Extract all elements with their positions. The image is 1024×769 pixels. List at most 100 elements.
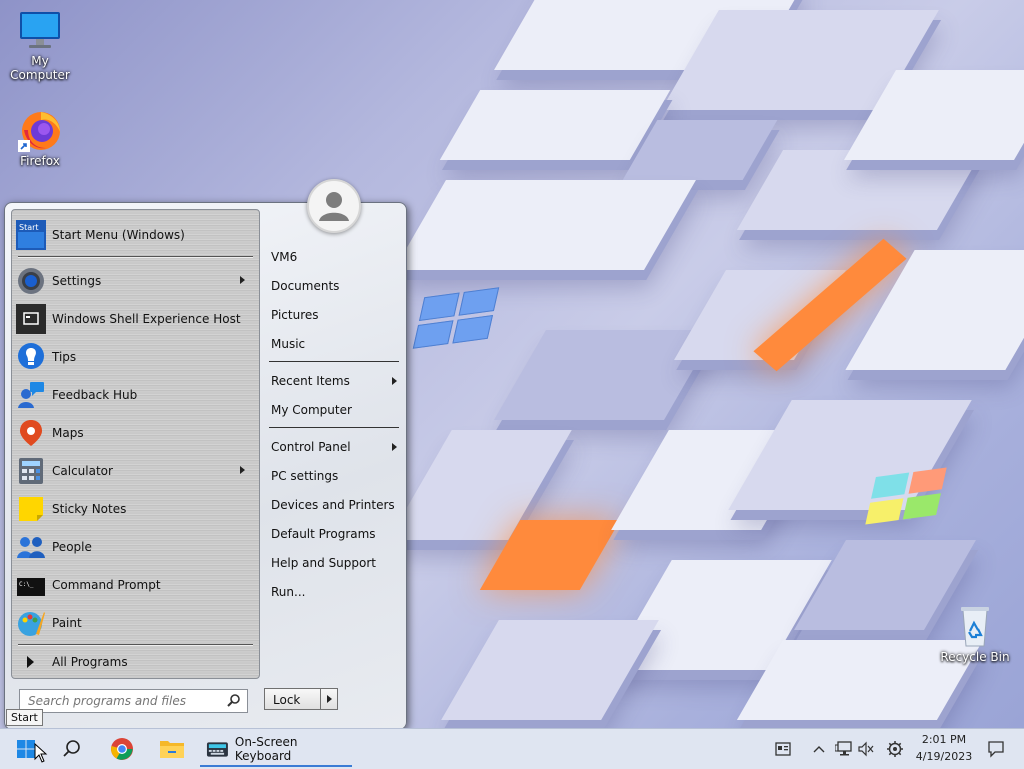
notification-center-button[interactable] [984,733,1008,765]
desktop-icon-label: Firefox [20,154,60,168]
all-programs-item[interactable]: All Programs [16,648,255,676]
clock-date: 4/19/2023 [915,750,973,763]
pinned-item-settings[interactable]: Settings [16,264,255,298]
pinned-item-feedback-hub[interactable]: Feedback Hub [16,378,255,412]
pinned-item-calculator[interactable]: Calculator [16,454,255,488]
desktop-icon-recycle-bin[interactable]: Recycle Bin [935,604,1015,664]
tray-network-button[interactable] [834,733,854,765]
sticky-note-icon [16,494,46,524]
search-icon[interactable] [227,693,241,707]
pinned-item-tips[interactable]: Tips [16,340,255,374]
tray-news-button[interactable] [772,733,794,765]
taskbar-app-on-screen-keyboard[interactable]: On-Screen Keyboard [200,731,352,767]
pinned-item-label: Start Menu (Windows) [52,228,185,242]
chevron-up-icon [813,746,825,753]
firefox-icon [18,108,62,152]
pinned-item-command-prompt[interactable]: C:\_ Command Prompt [16,568,255,602]
windows-logo-decoration [865,467,947,525]
play-arrow-icon [16,648,46,676]
start-button[interactable] [8,733,48,765]
wallpaper-block [441,620,659,720]
submenu-arrow-icon [392,377,397,385]
places-item-pictures[interactable]: Pictures [271,303,399,327]
pinned-item-label: Calculator [52,464,113,478]
start-menu: Start Start Menu (Windows) Settings Wind… [4,179,407,730]
submenu-arrow-icon [392,443,397,451]
pinned-item-label: Settings [52,274,102,288]
people-icon [16,532,46,562]
taskbar-app-label: On-Screen Keyboard [234,735,298,763]
pinned-item-label: Paint [52,616,82,630]
map-pin-icon [16,418,46,448]
clock-time: 2:01 PM [921,733,967,746]
lock-button[interactable]: Lock [264,688,320,710]
chrome-button[interactable] [106,733,138,765]
active-app-indicator [200,765,352,767]
places-item-my-computer[interactable]: My Computer [271,398,399,422]
shell-host-icon [16,304,46,334]
file-explorer-button[interactable] [156,733,188,765]
folder-icon [160,741,184,758]
tray-volume-button[interactable] [856,733,876,765]
pinned-item-maps[interactable]: Maps [16,416,255,450]
feedback-icon [16,380,46,410]
pinned-item-label: Maps [52,426,84,440]
notification-icon [988,741,1004,758]
places-item-documents[interactable]: Documents [271,274,399,298]
pinned-item-sticky-notes[interactable]: Sticky Notes [16,492,255,526]
places-item-vm6[interactable]: VM6 [271,245,399,269]
gear-icon [887,741,903,757]
windows-logo-icon [17,740,35,758]
places-item-pc-settings[interactable]: PC settings [271,464,399,488]
pinned-item-start-menu[interactable]: Start Start Menu (Windows) [16,218,255,252]
network-icon [835,741,852,756]
places-item-control-panel[interactable]: Control Panel [271,435,399,459]
search-button[interactable] [56,733,88,765]
widgets-icon [775,742,791,756]
taskbar-clock[interactable]: 2:01 PM 4/19/2023 [906,731,982,765]
places-item-recent-items[interactable]: Recent Items [271,369,399,393]
wallpaper-block [736,150,984,230]
places-item-music[interactable]: Music [271,332,399,356]
all-programs-label: All Programs [52,655,128,669]
recycle-bin-icon [953,604,997,648]
desktop-icon-label: My Computer [10,54,70,82]
places-item-help-support[interactable]: Help and Support [271,551,399,575]
start-menu-icon: Start [16,220,46,250]
pinned-item-shell-experience-host[interactable]: Windows Shell Experience Host [16,302,255,336]
user-avatar[interactable] [307,179,361,233]
gear-icon [16,266,46,296]
svg-text:Start: Start [19,223,39,232]
terminal-icon: C:\_ [16,570,46,600]
places-item-default-programs[interactable]: Default Programs [271,522,399,546]
pinned-item-label: Tips [52,350,77,364]
menu-separator [18,644,253,646]
taskbar: On-Screen Keyboard 2:01 PM 4/19/2023 [0,728,1024,769]
user-icon [319,192,349,221]
pinned-item-label: Feedback Hub [52,388,138,402]
search-box [19,689,248,713]
pinned-item-label: Windows Shell Experience Host [52,312,241,326]
desktop-icon-my-computer[interactable]: My Computer [0,8,80,82]
shutdown-options-button[interactable] [320,688,338,710]
pinned-item-paint[interactable]: Paint [16,606,255,640]
mouse-cursor-icon [34,743,48,763]
lightbulb-icon [16,342,46,372]
desktop-icon-label: Recycle Bin [940,650,1010,664]
places-item-run[interactable]: Run... [271,580,399,604]
wallpaper-block [439,90,671,160]
places-item-devices-printers[interactable]: Devices and Printers [271,493,399,517]
pinned-item-people[interactable]: People [16,530,255,564]
tray-settings-button[interactable] [884,733,906,765]
wallpaper-block [394,180,696,270]
chrome-icon [111,738,133,760]
search-input[interactable] [26,690,220,712]
svg-text:C:\_: C:\_ [19,581,34,588]
pinned-item-label: Sticky Notes [52,502,127,516]
menu-separator [269,361,399,362]
start-tooltip: Start [6,709,43,726]
keyboard-icon [206,742,228,757]
menu-separator [18,256,253,258]
desktop-icon-firefox[interactable]: Firefox [0,108,80,168]
tray-overflow-button[interactable] [810,733,828,765]
